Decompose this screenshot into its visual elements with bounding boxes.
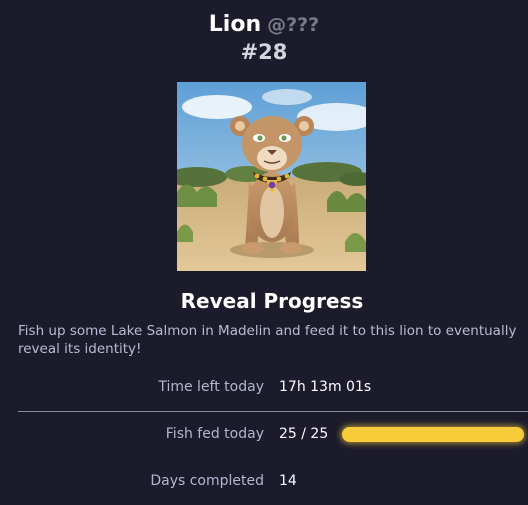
divider (18, 411, 528, 412)
fish-fed-value: 25 / 25 (279, 426, 329, 442)
reveal-description: Fish up some Lake Salmon in Madelin and … (18, 323, 517, 357)
reveal-panel: Lion @??? #28 Reveal Progress Fish up so… (0, 0, 528, 505)
days-completed-row: Days completed 14 (0, 473, 528, 493)
pet-name: Lion (208, 12, 262, 37)
reveal-progress-title: Reveal Progress (180, 289, 364, 313)
fish-fed-label: Fish fed today (165, 426, 264, 442)
lion-artwork (177, 82, 366, 271)
title-row: Lion @??? (0, 12, 528, 38)
time-left-value: 17h 13m 01s (279, 379, 372, 395)
fish-fed-progress-fill (342, 427, 524, 442)
token-id: #28 (240, 40, 288, 64)
owner-handle: @??? (267, 14, 320, 36)
time-left-label: Time left today (158, 379, 264, 395)
time-left-row: Time left today 17h 13m 01s (0, 379, 528, 399)
lion-image (177, 82, 366, 271)
fish-fed-progress-bar (342, 427, 524, 442)
days-completed-label: Days completed (150, 473, 264, 489)
days-completed-value: 14 (279, 473, 297, 489)
